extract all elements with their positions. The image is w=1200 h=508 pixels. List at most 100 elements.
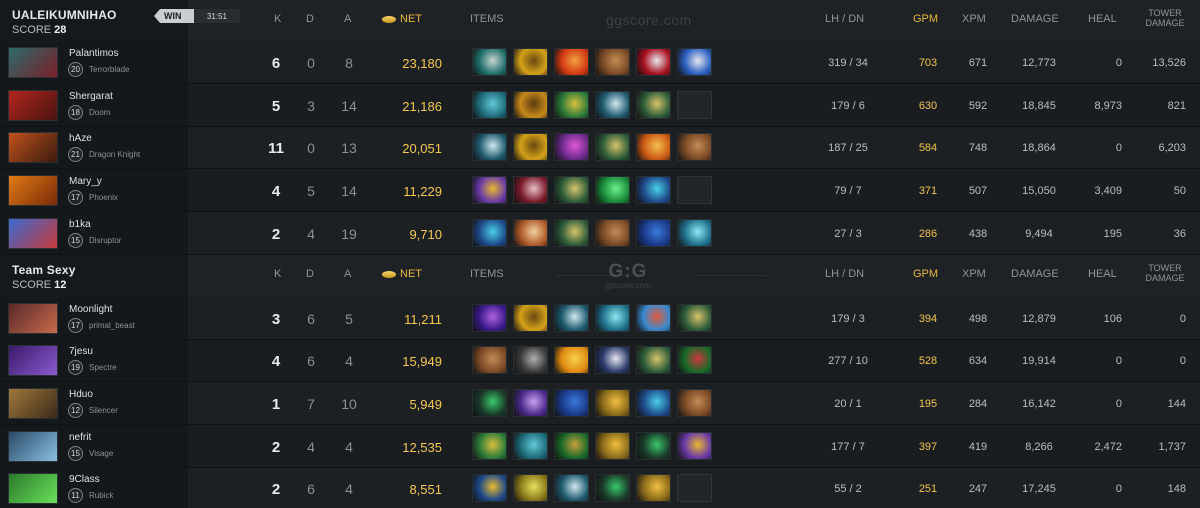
- player-name[interactable]: Moonlight: [69, 304, 112, 315]
- hero-portrait[interactable]: [8, 388, 58, 419]
- item-icon[interactable]: [636, 133, 671, 161]
- item-icon[interactable]: [513, 432, 548, 460]
- item-icon[interactable]: [677, 133, 712, 161]
- item-icon[interactable]: [677, 432, 712, 460]
- item-icon[interactable]: [554, 48, 589, 76]
- item-icon[interactable]: [513, 346, 548, 374]
- hero-portrait[interactable]: [8, 218, 58, 249]
- item-icon[interactable]: [636, 474, 671, 502]
- header-items[interactable]: ITEMS: [470, 13, 504, 25]
- header-a[interactable]: A: [344, 13, 351, 25]
- player-row[interactable]: 7jesu 19 Spectre 4 6 4 15,949 277 / 10 528 634 19,…: [0, 340, 1200, 382]
- header-net[interactable]: NET: [382, 13, 422, 25]
- item-icon[interactable]: [513, 176, 548, 204]
- empty-item-slot[interactable]: [677, 176, 712, 204]
- player-name[interactable]: Shergarat: [69, 91, 113, 102]
- hero-portrait[interactable]: [8, 47, 58, 78]
- header-k[interactable]: K: [274, 13, 281, 25]
- item-icon[interactable]: [554, 91, 589, 119]
- player-row[interactable]: b1ka 15 Disruptor 2 4 19 9,710 27 / 3 286 438 9,49…: [0, 213, 1200, 255]
- hero-portrait[interactable]: [8, 345, 58, 376]
- item-icon[interactable]: [472, 389, 507, 417]
- player-cell[interactable]: b1ka 15 Disruptor: [0, 213, 188, 255]
- player-cell[interactable]: Shergarat 18 Doom: [0, 85, 188, 127]
- hero-portrait[interactable]: [8, 303, 58, 334]
- item-icon[interactable]: [472, 432, 507, 460]
- item-icon[interactable]: [472, 219, 507, 247]
- header-tower-damage[interactable]: TOWER DAMAGE: [1138, 263, 1192, 283]
- player-cell[interactable]: hAze 21 Dragon Knight: [0, 127, 188, 169]
- header-damage[interactable]: DAMAGE: [1011, 268, 1059, 280]
- item-icon[interactable]: [472, 48, 507, 76]
- item-icon[interactable]: [472, 176, 507, 204]
- player-row[interactable]: Palantimos 20 Terrorblade 6 0 8 23,180 319 / 34…: [0, 42, 1200, 84]
- player-name[interactable]: Hduo: [69, 389, 93, 400]
- header-lh-dn[interactable]: LH / DN: [825, 268, 864, 280]
- item-icon[interactable]: [595, 304, 630, 332]
- item-icon[interactable]: [636, 304, 671, 332]
- player-cell[interactable]: 7jesu 19 Spectre: [0, 340, 188, 382]
- player-name[interactable]: b1ka: [69, 219, 91, 230]
- hero-portrait[interactable]: [8, 132, 58, 163]
- header-k[interactable]: K: [274, 268, 281, 280]
- player-row[interactable]: nefrit 15 Visage 2 4 4 12,535 177 / 7 397 419 8,26…: [0, 426, 1200, 468]
- hero-portrait[interactable]: [8, 473, 58, 504]
- item-icon[interactable]: [472, 304, 507, 332]
- item-icon[interactable]: [636, 176, 671, 204]
- item-icon[interactable]: [513, 389, 548, 417]
- header-lh-dn[interactable]: LH / DN: [825, 13, 864, 25]
- item-icon[interactable]: [595, 48, 630, 76]
- item-icon[interactable]: [636, 346, 671, 374]
- player-cell[interactable]: Mary_y 17 Phoenix: [0, 170, 188, 212]
- header-d[interactable]: D: [306, 13, 314, 25]
- item-icon[interactable]: [636, 91, 671, 119]
- header-items[interactable]: ITEMS: [470, 268, 504, 280]
- item-icon[interactable]: [636, 432, 671, 460]
- item-icon[interactable]: [636, 219, 671, 247]
- item-icon[interactable]: [513, 219, 548, 247]
- item-icon[interactable]: [554, 432, 589, 460]
- item-icon[interactable]: [595, 176, 630, 204]
- hero-portrait[interactable]: [8, 90, 58, 121]
- empty-item-slot[interactable]: [677, 474, 712, 502]
- item-icon[interactable]: [472, 474, 507, 502]
- player-cell[interactable]: Moonlight 17 primal_beast: [0, 298, 188, 340]
- player-cell[interactable]: Palantimos 20 Terrorblade: [0, 42, 188, 84]
- player-row[interactable]: 9Class 11 Rubick 2 6 4 8,551 55 / 2 251 247 17,245…: [0, 468, 1200, 508]
- player-row[interactable]: Moonlight 17 primal_beast 3 6 5 11,211 179 / 3 3…: [0, 298, 1200, 340]
- item-icon[interactable]: [677, 346, 712, 374]
- item-icon[interactable]: [513, 91, 548, 119]
- item-icon[interactable]: [636, 389, 671, 417]
- item-icon[interactable]: [554, 346, 589, 374]
- item-icon[interactable]: [554, 304, 589, 332]
- header-heal[interactable]: HEAL: [1088, 13, 1117, 25]
- item-icon[interactable]: [595, 432, 630, 460]
- item-icon[interactable]: [677, 219, 712, 247]
- item-icon[interactable]: [595, 346, 630, 374]
- player-row[interactable]: Mary_y 17 Phoenix 4 5 14 11,229 79 / 7 371 507 15,…: [0, 170, 1200, 212]
- item-icon[interactable]: [472, 133, 507, 161]
- player-name[interactable]: 7jesu: [69, 346, 93, 357]
- item-icon[interactable]: [554, 133, 589, 161]
- item-icon[interactable]: [554, 389, 589, 417]
- player-cell[interactable]: nefrit 15 Visage: [0, 426, 188, 468]
- player-name[interactable]: hAze: [69, 133, 92, 144]
- item-icon[interactable]: [677, 304, 712, 332]
- header-net[interactable]: NET: [382, 268, 422, 280]
- header-d[interactable]: D: [306, 268, 314, 280]
- player-name[interactable]: Mary_y: [69, 176, 102, 187]
- item-icon[interactable]: [472, 346, 507, 374]
- player-row[interactable]: Shergarat 18 Doom 5 3 14 21,186 179 / 6 630 592 18…: [0, 85, 1200, 127]
- header-damage[interactable]: DAMAGE: [1011, 13, 1059, 25]
- header-gpm[interactable]: GPM: [913, 13, 938, 25]
- player-row[interactable]: hAze 21 Dragon Knight 11 0 13 20,051 187 / 25 58…: [0, 127, 1200, 169]
- header-xpm[interactable]: XPM: [962, 13, 986, 25]
- player-name[interactable]: 9Class: [69, 474, 100, 485]
- header-gpm[interactable]: GPM: [913, 268, 938, 280]
- player-cell[interactable]: Hduo 12 Silencer: [0, 383, 188, 425]
- item-icon[interactable]: [595, 474, 630, 502]
- hero-portrait[interactable]: [8, 175, 58, 206]
- item-icon[interactable]: [513, 133, 548, 161]
- player-row[interactable]: Hduo 12 Silencer 1 7 10 5,949 20 / 1 195 284 16,14…: [0, 383, 1200, 425]
- item-icon[interactable]: [554, 176, 589, 204]
